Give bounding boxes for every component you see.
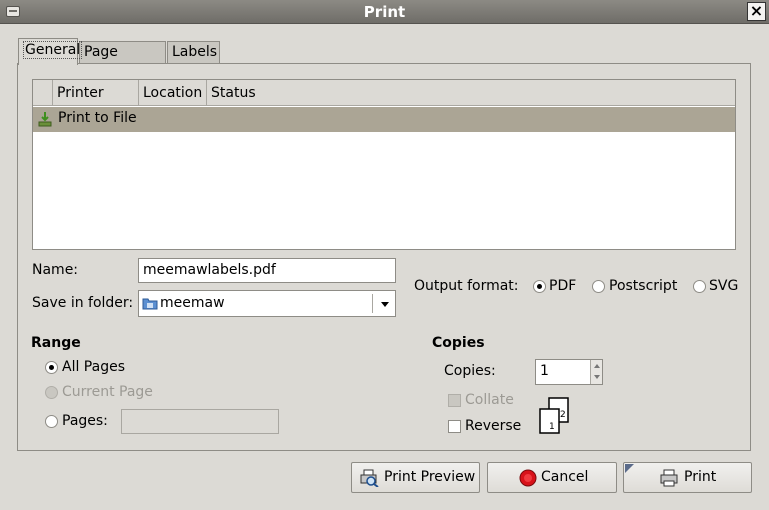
folder-icon: [142, 298, 158, 310]
save-in-folder-label: Save in folder:: [32, 295, 134, 311]
cancel-label: Cancel: [541, 469, 589, 485]
tab-labels[interactable]: Labels: [167, 41, 220, 64]
spin-down-icon[interactable]: [594, 375, 600, 379]
combo-separator: [372, 294, 373, 313]
format-pdf-label[interactable]: PDF: [549, 278, 576, 294]
output-format-label: Output format:: [414, 278, 519, 294]
current-page-radio[interactable]: [45, 386, 58, 399]
printer-list-header: Printer Location Status: [33, 80, 735, 106]
collate-pages-icon: 2 1: [539, 397, 569, 434]
cancel-icon: [519, 469, 537, 487]
print-to-file-icon: [38, 112, 52, 127]
all-pages-radio[interactable]: [45, 361, 58, 374]
column-icon[interactable]: [33, 80, 53, 106]
printer-row-print-to-file[interactable]: Print to File: [33, 107, 735, 132]
print-label: Print: [684, 469, 717, 485]
name-label: Name:: [32, 262, 79, 278]
spin-up-icon[interactable]: [594, 364, 600, 368]
tab-page-setup[interactable]: Page Setup: [79, 41, 166, 80]
title-bar: Print ×: [0, 0, 769, 24]
pages-label[interactable]: Pages:: [62, 413, 108, 429]
format-postscript-radio[interactable]: [592, 280, 605, 293]
printer-name: Print to File: [58, 110, 137, 126]
folder-value: meemaw: [160, 295, 225, 311]
printer-icon: [660, 469, 678, 487]
copies-spinbutton[interactable]: 1: [535, 359, 603, 385]
cancel-button[interactable]: Cancel: [487, 462, 617, 493]
print-button[interactable]: Print: [623, 462, 752, 493]
tab-general[interactable]: General: [18, 38, 83, 65]
close-button[interactable]: ×: [747, 2, 766, 21]
copies-heading: Copies: [432, 335, 485, 351]
collate-checkbox[interactable]: [448, 394, 461, 407]
collate-label[interactable]: Collate: [465, 392, 514, 408]
format-svg-label[interactable]: SVG: [709, 278, 738, 294]
range-heading: Range: [31, 335, 81, 351]
collate-page-2: 2: [560, 410, 566, 420]
current-page-label[interactable]: Current Page: [62, 384, 153, 400]
print-preview-icon: [360, 469, 379, 487]
reverse-checkbox[interactable]: [448, 420, 461, 433]
print-preview-button[interactable]: Print Preview: [351, 462, 480, 493]
copies-spin-buttons[interactable]: [590, 360, 602, 384]
all-pages-label[interactable]: All Pages: [62, 359, 125, 375]
default-corner-icon: [625, 464, 634, 473]
print-preview-label: Print Preview: [384, 469, 476, 485]
save-in-folder-combo[interactable]: meemaw: [138, 290, 396, 317]
printer-list[interactable]: Printer Location Status Print to File: [32, 79, 736, 250]
format-pdf-radio[interactable]: [533, 280, 546, 293]
format-postscript-label[interactable]: Postscript: [609, 278, 677, 294]
pages-input[interactable]: [121, 409, 279, 434]
filename-input[interactable]: meemawlabels.pdf: [138, 258, 396, 283]
column-location[interactable]: Location: [139, 80, 207, 106]
window-title: Print: [363, 3, 406, 21]
reverse-label[interactable]: Reverse: [465, 418, 521, 434]
pages-radio[interactable]: [45, 415, 58, 428]
collate-page-1: 1: [549, 422, 555, 432]
copies-value: 1: [540, 363, 549, 379]
column-status[interactable]: Status: [207, 80, 737, 106]
format-svg-radio[interactable]: [693, 280, 706, 293]
copies-label: Copies:: [444, 363, 496, 379]
chevron-down-icon[interactable]: [381, 302, 389, 307]
column-printer[interactable]: Printer: [53, 80, 139, 106]
